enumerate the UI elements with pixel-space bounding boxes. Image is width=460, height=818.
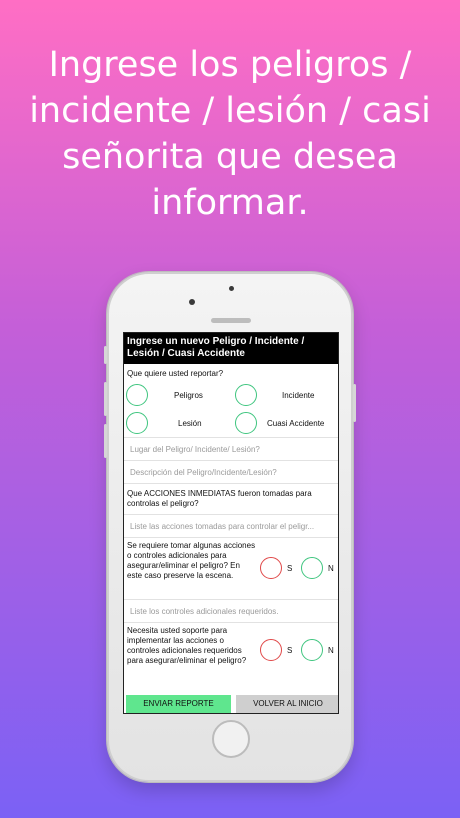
controls-yes-label: S bbox=[287, 564, 293, 573]
front-camera bbox=[189, 299, 195, 305]
controls-no-label: N bbox=[328, 564, 334, 573]
option-label-cuasi-accidente: Cuasi Accidente bbox=[267, 419, 325, 428]
actions-question: Que ACCIONES INMEDIATAS fueron tomadas p… bbox=[127, 489, 312, 508]
support-yes-label: S bbox=[287, 646, 293, 655]
controls-section: Se requiere tomar algunas acciones o con… bbox=[124, 538, 338, 600]
volume-down-button bbox=[104, 424, 107, 458]
radio-incidente[interactable] bbox=[235, 384, 257, 406]
promo-headline: Ingrese los peligros / incidente / lesió… bbox=[29, 45, 431, 223]
phone-mockup: Ingrese un nuevo Peligro / Incidente / L… bbox=[104, 272, 356, 782]
controls-no-radio[interactable] bbox=[301, 557, 323, 579]
option-label-peligros: Peligros bbox=[174, 391, 203, 400]
radio-lesion[interactable] bbox=[126, 412, 148, 434]
report-type-section: Que quiere usted reportar? Peligros Inci… bbox=[124, 364, 338, 438]
option-label-lesion: Lesión bbox=[178, 419, 202, 428]
home-button[interactable] bbox=[212, 720, 250, 758]
send-report-button[interactable]: ENVIAR REPORTE bbox=[126, 695, 231, 713]
description-input[interactable] bbox=[124, 461, 338, 484]
mute-switch bbox=[104, 346, 107, 364]
form-title: Ingrese un nuevo Peligro / Incidente / L… bbox=[124, 333, 338, 364]
place-input[interactable] bbox=[124, 438, 338, 461]
support-question: Necesita usted soporte para implementar … bbox=[127, 626, 247, 665]
actions-input[interactable] bbox=[124, 515, 338, 538]
actions-section: Que ACCIONES INMEDIATAS fueron tomadas p… bbox=[124, 484, 338, 515]
controls-yes-radio[interactable] bbox=[260, 557, 282, 579]
support-yes-radio[interactable] bbox=[260, 639, 282, 661]
radio-cuasi-accidente[interactable] bbox=[235, 412, 257, 434]
back-to-home-button[interactable]: VOLVER AL INICIO bbox=[236, 695, 338, 713]
form-footer: ENVIAR REPORTE VOLVER AL INICIO bbox=[124, 695, 338, 713]
volume-up-button bbox=[104, 382, 107, 416]
support-section: Necesita usted soporte para implementar … bbox=[124, 623, 338, 683]
front-sensor bbox=[229, 286, 234, 291]
report-type-options: Peligros Incidente Lesión Cuasi Accident… bbox=[124, 379, 338, 437]
power-button bbox=[353, 384, 356, 422]
app-screen: Ingrese un nuevo Peligro / Incidente / L… bbox=[123, 332, 339, 714]
earpiece-speaker bbox=[211, 318, 251, 323]
option-label-incidente: Incidente bbox=[282, 391, 315, 400]
support-no-radio[interactable] bbox=[301, 639, 323, 661]
report-question: Que quiere usted reportar? bbox=[127, 369, 224, 378]
support-no-label: N bbox=[328, 646, 334, 655]
controls-input[interactable] bbox=[124, 600, 338, 623]
radio-peligros[interactable] bbox=[126, 384, 148, 406]
controls-question: Se requiere tomar algunas acciones o con… bbox=[127, 541, 256, 580]
